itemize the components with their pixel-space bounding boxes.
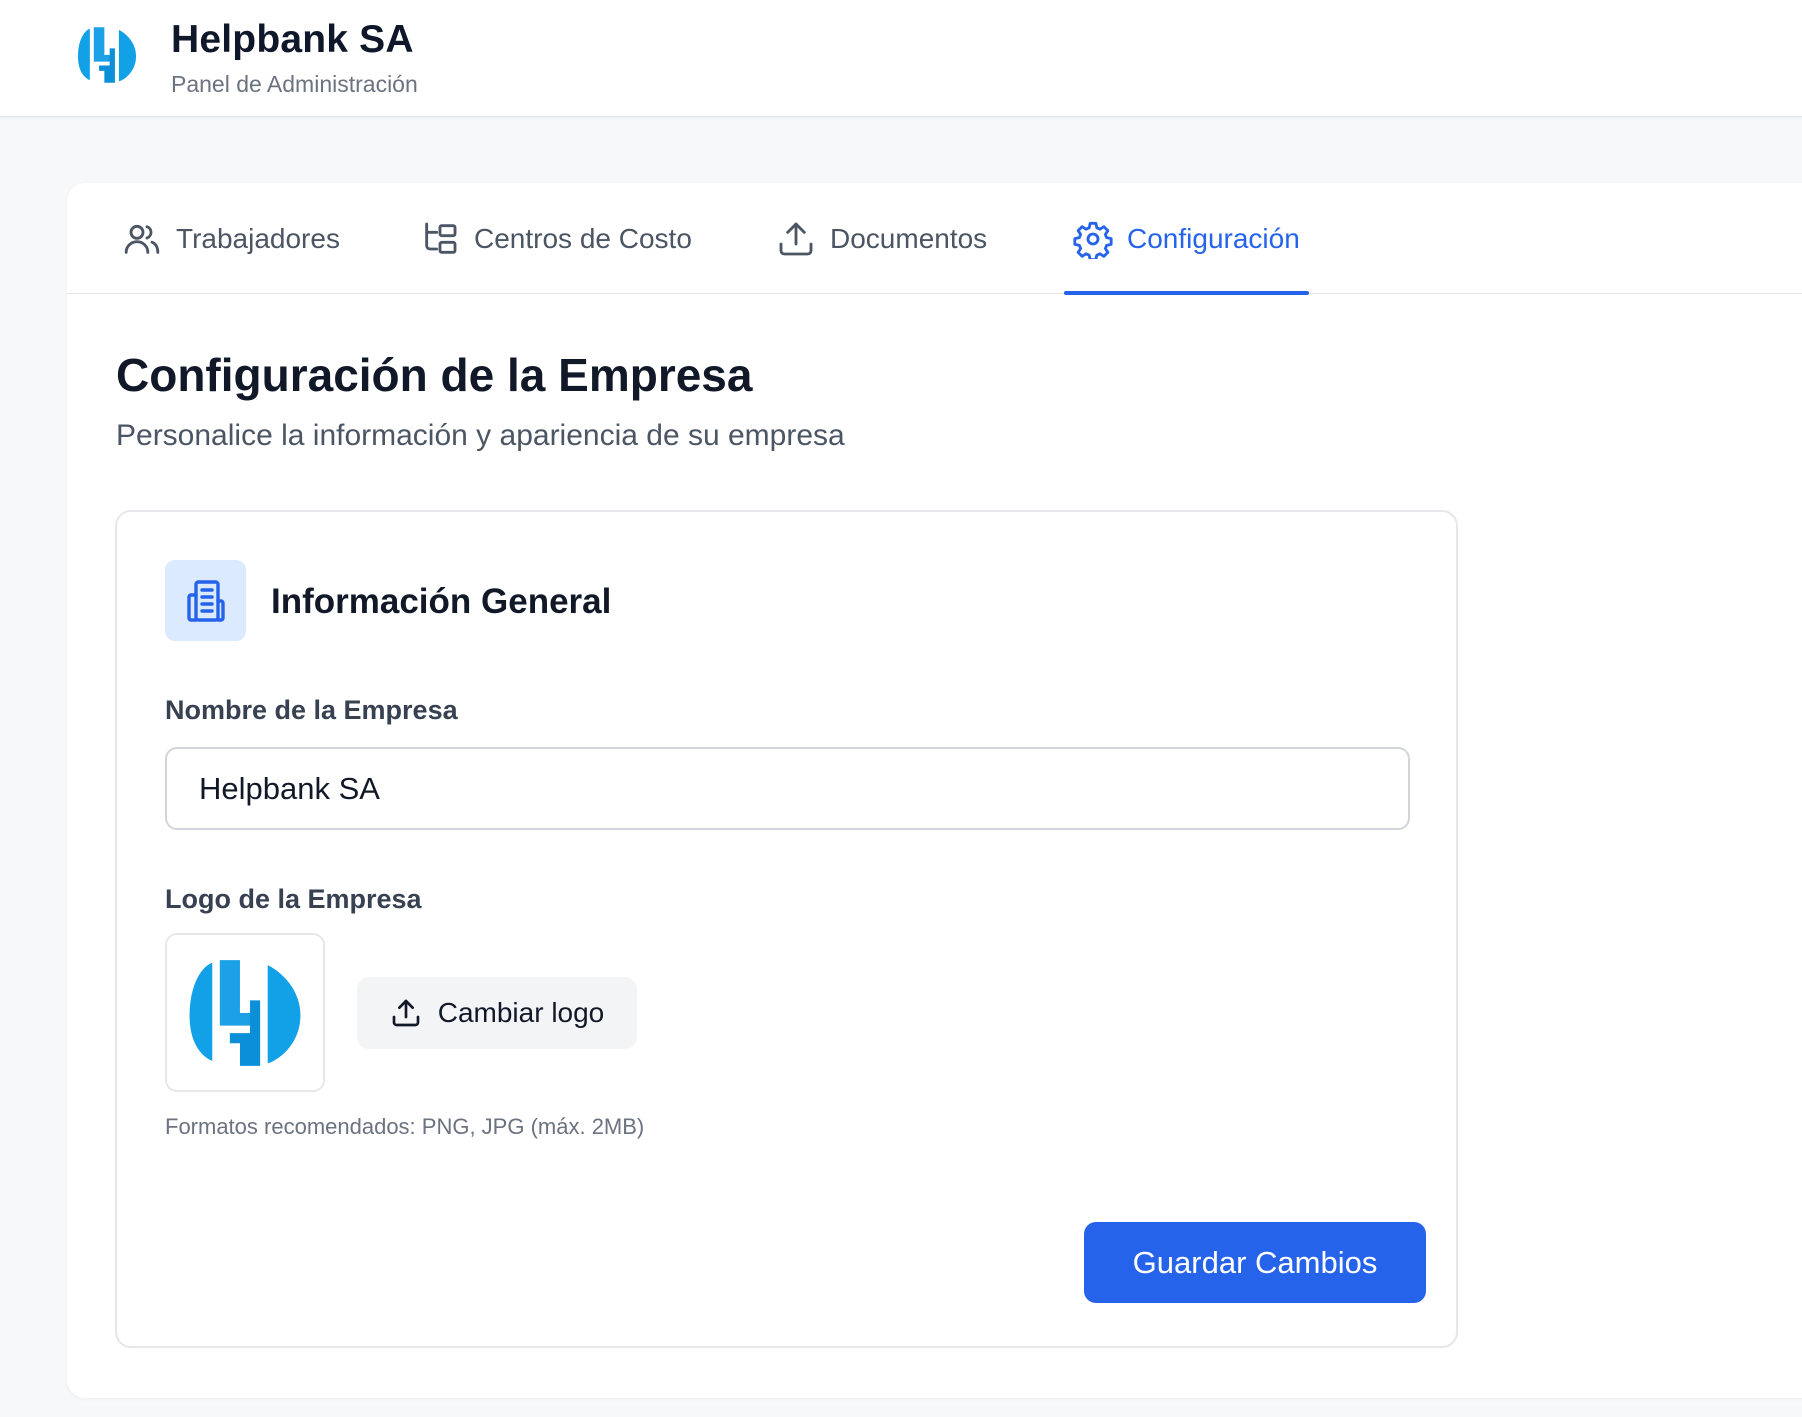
main-panel: Trabajadores Centros de Costo Documentos <box>67 183 1802 1398</box>
change-logo-button[interactable]: Cambiar logo <box>357 977 637 1049</box>
folder-tree-icon <box>425 222 457 254</box>
tab-centros-de-costo[interactable]: Centros de Costo <box>420 183 692 294</box>
general-info-card: Información General Nombre de la Empresa… <box>115 510 1458 1348</box>
tab-configuracion[interactable]: Configuración <box>1064 183 1309 295</box>
helpbank-logo <box>77 27 137 83</box>
card-icon-badge <box>165 560 246 641</box>
change-logo-label: Cambiar logo <box>437 997 605 1028</box>
helpbank-logo <box>189 959 301 1066</box>
tab-trabajadores[interactable]: Trabajadores <box>122 183 340 294</box>
company-name-label: Nombre de la Empresa <box>165 695 458 725</box>
upload-icon <box>392 999 420 1027</box>
company-logo-label: Logo de la Empresa <box>165 884 422 914</box>
tab-label: Configuración <box>1127 222 1300 254</box>
tab-label: Trabajadores <box>176 222 340 254</box>
page-subtitle: Personalice la información y apariencia … <box>116 419 845 452</box>
card-title: Información General <box>271 582 612 621</box>
page-title: Configuración de la Empresa <box>116 349 753 401</box>
tab-bar: Trabajadores Centros de Costo Documentos <box>67 183 1802 295</box>
tab-documentos[interactable]: Documentos <box>776 183 987 294</box>
gear-icon <box>1073 221 1113 259</box>
tab-label: Documentos <box>830 222 988 254</box>
admin-panel-subtitle: Panel de Administración <box>171 71 418 97</box>
company-name-input[interactable] <box>165 747 1410 830</box>
company-name: Helpbank SA <box>171 18 414 61</box>
users-icon <box>124 224 160 254</box>
upload-icon <box>779 222 813 255</box>
logo-format-hint: Formatos recomendados: PNG, JPG (máx. 2M… <box>165 1114 645 1139</box>
logo-preview <box>165 933 325 1092</box>
tab-label: Centros de Costo <box>474 222 692 254</box>
top-header: Helpbank SA Panel de Administración <box>0 0 1802 117</box>
save-changes-button[interactable]: Guardar Cambios <box>1084 1222 1426 1303</box>
building-icon <box>186 579 225 622</box>
